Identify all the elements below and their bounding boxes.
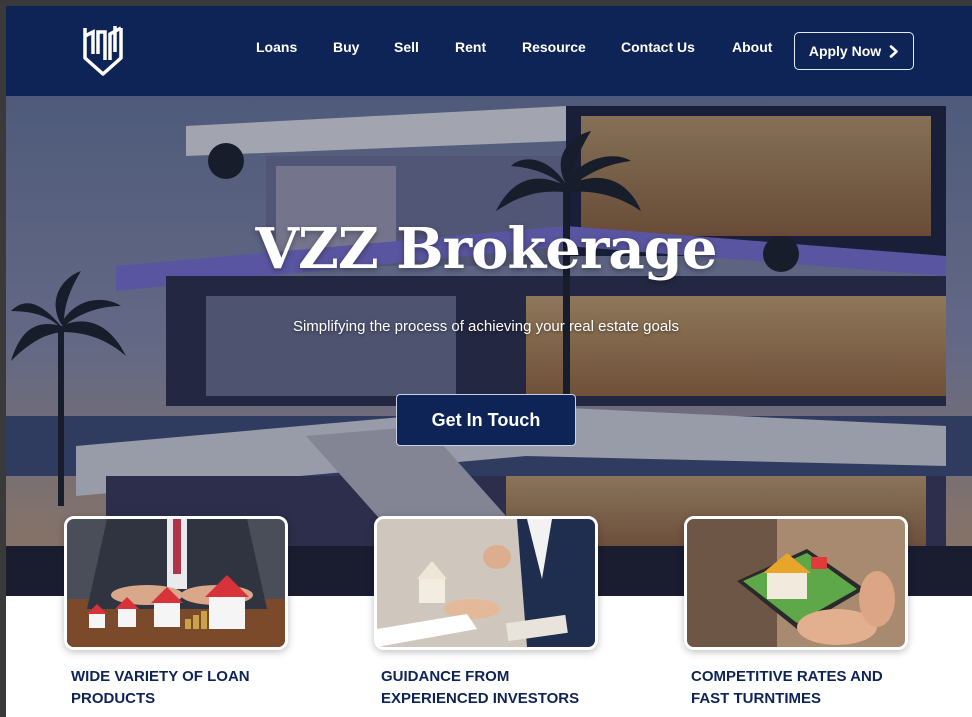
get-in-touch-button[interactable]: Get In Touch [396, 394, 576, 446]
feature-image-guidance [374, 516, 598, 650]
apply-now-button[interactable]: Apply Now [794, 32, 914, 70]
feature-title-guidance: GUIDANCE FROM EXPERIENCED INVESTORS [381, 666, 621, 710]
nav-loans[interactable]: Loans [256, 39, 297, 55]
hero-subtitle: Simplifying the process of achieving you… [292, 318, 680, 335]
feature-title-rates-line1: COMPETITIVE RATES AND [691, 668, 883, 685]
feature-title-rates-line2: FAST TURNTIMES [691, 690, 821, 707]
chevron-right-icon [889, 44, 898, 58]
nav-buy[interactable]: Buy [333, 39, 359, 55]
nav-contact-us[interactable]: Contact Us [621, 39, 695, 55]
feature-image-rates [684, 516, 908, 650]
site-header: Loans Buy Sell Rent Resource Contact Us … [6, 6, 972, 96]
nav-resource[interactable]: Resource [522, 39, 586, 55]
apply-now-label: Apply Now [808, 43, 882, 59]
feature-image-loans [64, 516, 288, 650]
nav-sell[interactable]: Sell [394, 39, 419, 55]
feature-title-loans: WIDE VARIETY OF LOAN PRODUCTS [71, 666, 311, 710]
nav-rent[interactable]: Rent [455, 39, 486, 55]
feature-title-loans-line1: WIDE VARIETY OF LOAN [71, 668, 250, 685]
nav-about[interactable]: About [732, 39, 772, 55]
feature-title-loans-line2: PRODUCTS [71, 690, 156, 707]
feature-title-guidance-line2: EXPERIENCED INVESTORS [381, 690, 580, 707]
page: Loans Buy Sell Rent Resource Contact Us … [6, 6, 972, 717]
feature-title-guidance-line1: GUIDANCE FROM [381, 668, 510, 685]
hero-title: VZZ Brokerage [255, 216, 718, 282]
feature-title-rates: COMPETITIVE RATES AND FAST TURNTIMES [691, 666, 931, 710]
